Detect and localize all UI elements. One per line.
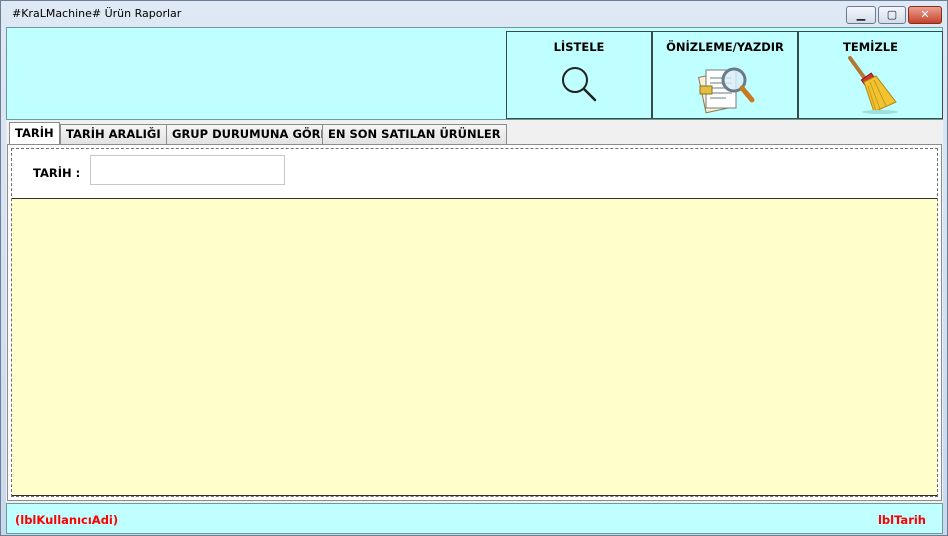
tarih-input[interactable]	[90, 155, 285, 185]
temizle-button[interactable]: TEMİZLE	[798, 31, 943, 119]
minimize-button[interactable]: ▁	[846, 6, 876, 24]
onizleme-yazdir-button[interactable]: ÖNİZLEME/YAZDIR	[652, 31, 798, 119]
report-grid[interactable]	[12, 198, 937, 496]
tab-page: TARİH :	[7, 144, 942, 501]
tab-grup-durumuna-gore[interactable]: GRUP DURUMUNA GÖRE	[166, 124, 335, 144]
listele-button[interactable]: LİSTELE	[506, 31, 652, 119]
tarih-label: TARİH :	[33, 166, 81, 180]
tab-tarih-araligi[interactable]: TARİH ARALIĞI	[60, 124, 167, 144]
user-name-label: (lblKullanıcıAdi)	[15, 513, 119, 527]
maximize-icon: ▢	[886, 8, 898, 21]
onizleme-label: ÖNİZLEME/YAZDIR	[666, 40, 784, 54]
temizle-label: TEMİZLE	[843, 40, 898, 54]
close-icon: ✕	[920, 8, 930, 21]
report-container: TARİH :	[11, 148, 938, 497]
status-bar: (lblKullanıcıAdi) lblTarih	[6, 503, 943, 534]
title-bar[interactable]: #KraLMachine# Ürün Raporlar ▁ ▢ ✕	[1, 1, 947, 27]
search-icon	[562, 67, 597, 102]
close-button[interactable]: ✕	[908, 6, 942, 24]
window-title: #KraLMachine# Ürün Raporlar	[12, 7, 182, 20]
print-preview-icon	[697, 67, 755, 114]
app-window: #KraLMachine# Ürün Raporlar ▁ ▢ ✕ LİSTEL…	[0, 0, 948, 536]
client-area: LİSTELE ÖNİZLEME/YAZDIR TEMİZLE TARİH TA…	[6, 27, 943, 534]
tab-en-son-satilan-urunler[interactable]: EN SON SATILAN ÜRÜNLER	[322, 124, 507, 144]
toolbar-panel: LİSTELE ÖNİZLEME/YAZDIR TEMİZLE	[6, 27, 943, 120]
minimize-icon: ▁	[856, 8, 866, 21]
listele-label: LİSTELE	[553, 40, 605, 54]
broom-icon	[847, 56, 898, 114]
tab-strip: TARİH TARİH ARALIĞI GRUP DURUMUNA GÖRE E…	[6, 122, 943, 145]
date-label: lblTarih	[877, 513, 926, 527]
maximize-button[interactable]: ▢	[878, 6, 906, 24]
tab-tarih[interactable]: TARİH	[9, 122, 60, 145]
filter-panel: TARİH :	[12, 149, 937, 198]
